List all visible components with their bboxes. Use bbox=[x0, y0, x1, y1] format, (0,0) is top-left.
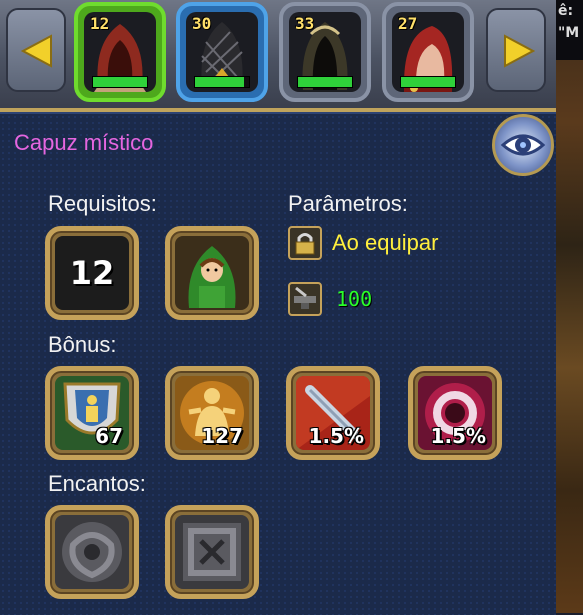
bonus-heading: Bônus: bbox=[48, 332, 117, 357]
tile-inner bbox=[175, 515, 249, 589]
slot-bar bbox=[400, 76, 456, 88]
tile-inner bbox=[55, 515, 129, 589]
required-level-tile: 12 bbox=[45, 226, 139, 320]
tile-inner: 67 bbox=[55, 376, 129, 450]
slot-bar bbox=[297, 76, 353, 88]
slot-frame: 30 bbox=[186, 12, 258, 92]
enchants-heading: Encantos: bbox=[48, 471, 146, 496]
next-arrow-button[interactable] bbox=[486, 8, 546, 92]
bonus-tile: 127 bbox=[165, 366, 259, 460]
slot-level: 30 bbox=[192, 14, 212, 33]
item-title: Capuz místico bbox=[14, 130, 154, 155]
parameters-heading: Parâmetros: bbox=[288, 191, 408, 216]
requirements-heading: Requisitos: bbox=[48, 191, 157, 216]
slot-bar-fill bbox=[401, 77, 455, 87]
slot-frame: 27 bbox=[392, 12, 464, 92]
empty-rune-slot-icon bbox=[183, 523, 241, 581]
carousel-slot-red-cap[interactable]: 27 bbox=[382, 2, 474, 102]
bonus-value: 127 bbox=[201, 424, 243, 448]
durability-value: 100 bbox=[336, 287, 373, 311]
anvil-icon bbox=[288, 282, 322, 316]
slot-frame: 12 bbox=[84, 12, 156, 92]
background-text-line1: ê: bbox=[558, 3, 574, 19]
lock-icon bbox=[288, 226, 322, 260]
equip-label: Ao equipar bbox=[332, 230, 439, 255]
bonus-value: 67 bbox=[95, 424, 123, 448]
carousel-slot-hood-red[interactable]: 12 bbox=[74, 2, 166, 102]
background-text: ê: "M bbox=[556, 0, 583, 60]
hooded-character-icon bbox=[188, 246, 236, 308]
durability-parameter: 100 bbox=[288, 282, 372, 316]
item-carousel: 12 30 33 27 bbox=[0, 0, 556, 112]
bonus-value: 1.5% bbox=[430, 424, 486, 448]
slot-bar bbox=[194, 76, 250, 88]
slot-level: 27 bbox=[398, 14, 418, 33]
enchant-slot-1[interactable] bbox=[45, 505, 139, 599]
required-level: 12 bbox=[69, 254, 115, 292]
background-text-line2: "M bbox=[558, 25, 580, 41]
equip-parameter: Ao equipar bbox=[288, 226, 438, 260]
required-class-tile bbox=[165, 226, 259, 320]
slot-bar-fill bbox=[298, 77, 352, 87]
bonus-tile: 1.5% bbox=[408, 366, 502, 460]
tile-inner: 1.5% bbox=[418, 376, 492, 450]
slot-frame: 33 bbox=[289, 12, 361, 92]
game-background bbox=[556, 0, 583, 613]
right-arrow-icon bbox=[504, 34, 535, 68]
bonus-tile: 1.5% bbox=[286, 366, 380, 460]
inspect-button[interactable] bbox=[492, 114, 554, 176]
tile-inner: 127 bbox=[175, 376, 249, 450]
tile-inner: 12 bbox=[55, 236, 129, 310]
bonus-tile: 67 bbox=[45, 366, 139, 460]
slot-level: 33 bbox=[295, 14, 315, 33]
slot-level: 12 bbox=[90, 14, 110, 33]
eye-icon bbox=[500, 134, 546, 156]
slot-bar-fill bbox=[93, 77, 147, 87]
prev-arrow-button[interactable] bbox=[6, 8, 66, 92]
left-arrow-icon bbox=[21, 34, 52, 68]
tile-inner: 1.5% bbox=[296, 376, 370, 450]
bonus-value: 1.5% bbox=[308, 424, 364, 448]
slot-bar bbox=[92, 76, 148, 88]
slot-bar-fill bbox=[195, 77, 244, 87]
carousel-slot-mesh-hood[interactable]: 30 bbox=[176, 2, 268, 102]
empty-rune-slot-icon bbox=[62, 522, 122, 582]
enchant-slot-2[interactable] bbox=[165, 505, 259, 599]
tile-inner bbox=[175, 236, 249, 310]
carousel-slot-dark-hood[interactable]: 33 bbox=[279, 2, 371, 102]
